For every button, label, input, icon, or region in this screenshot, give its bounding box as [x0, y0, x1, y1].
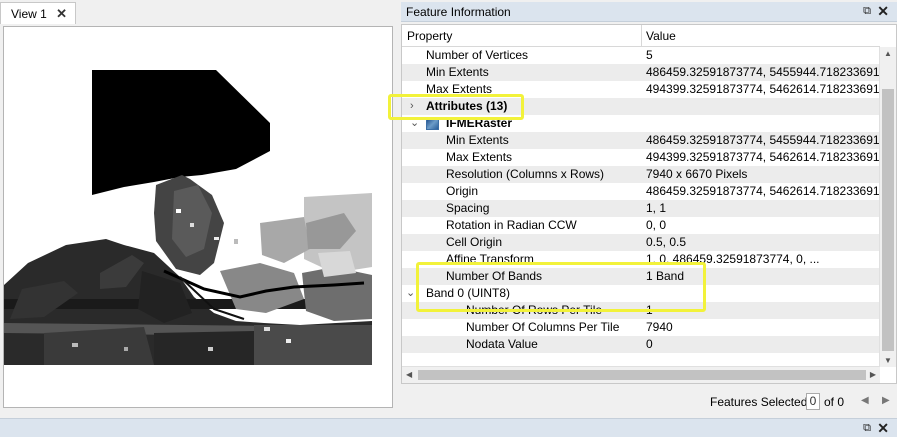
features-selected-input[interactable]: 0: [806, 393, 820, 410]
property-value: 7940: [646, 320, 673, 334]
close-icon[interactable]: ✕: [877, 3, 889, 20]
property-row[interactable]: Min Extents 486459.32591873774, 5455944.7…: [402, 132, 880, 149]
scroll-right-icon[interactable]: ▶: [870, 370, 876, 379]
property-name: Min Extents: [446, 133, 509, 147]
property-name: Nodata Value: [466, 337, 538, 351]
feature-selection-footer: Features Selected: 0 of 0 ◀ ▶: [401, 392, 897, 412]
property-row[interactable]: Nodata Value 0: [402, 336, 880, 353]
property-value: 494399.32591873774, 5462614.7182336915: [646, 82, 880, 96]
vertical-scrollbar[interactable]: ▲ ▼: [879, 47, 896, 367]
bands-highlight: [416, 262, 706, 312]
property-value: 0: [646, 337, 653, 351]
column-header-property[interactable]: Property: [407, 29, 452, 43]
attributes-highlight: [388, 94, 524, 120]
property-row[interactable]: Origin 486459.32591873774, 5462614.718233…: [402, 183, 880, 200]
property-value: 0, 0: [646, 218, 667, 232]
map-view[interactable]: [3, 26, 393, 408]
float-window-icon[interactable]: ⧉: [863, 422, 871, 435]
property-name: Number of Vertices: [426, 48, 529, 62]
property-name: Origin: [446, 184, 479, 198]
property-row[interactable]: Min Extents 486459.32591873774, 5455944.7…: [402, 64, 880, 81]
property-value: 0.5, 0.5: [646, 235, 687, 249]
property-value: 486459.32591873774, 5462614.7182336915: [646, 184, 880, 198]
feature-information-titlebar: Feature Information ⧉ ✕: [401, 2, 897, 22]
close-icon[interactable]: ✕: [877, 420, 889, 437]
scroll-up-icon[interactable]: ▲: [884, 49, 892, 58]
raster-image: [4, 70, 372, 365]
property-name: Min Extents: [426, 65, 489, 79]
property-name: Cell Origin: [446, 235, 503, 249]
next-feature-icon[interactable]: ▶: [882, 395, 890, 406]
property-row[interactable]: Cell Origin 0.5, 0.5: [402, 234, 880, 251]
property-row[interactable]: Number of Vertices 5: [402, 47, 880, 64]
scroll-left-icon[interactable]: ◀: [406, 370, 412, 379]
tab-label: View 1: [11, 6, 47, 21]
scroll-thumb[interactable]: [882, 89, 894, 351]
property-name: Resolution (Columns x Rows): [446, 167, 605, 181]
features-total: of 0: [824, 395, 845, 409]
property-value: 7940 x 6670 Pixels: [646, 167, 748, 181]
property-value: 5: [646, 48, 653, 62]
property-row[interactable]: Resolution (Columns x Rows) 7940 x 6670 P…: [402, 166, 880, 183]
tab-view-1[interactable]: View 1 ✕: [0, 2, 76, 24]
property-value: 486459.32591873774, 5455944.7182336915: [646, 65, 880, 79]
bottom-panel-titlebar: ⧉ ✕: [0, 418, 897, 437]
property-value: 494399.32591873774, 5462614.7182336915: [646, 150, 880, 164]
grid-header: Property Value: [402, 25, 880, 47]
close-icon[interactable]: ✕: [56, 6, 67, 22]
previous-feature-icon[interactable]: ◀: [861, 395, 869, 406]
float-window-icon[interactable]: ⧉: [863, 5, 871, 18]
property-name: Max Extents: [446, 150, 513, 164]
property-row[interactable]: Number Of Columns Per Tile 7940: [402, 319, 880, 336]
property-row[interactable]: Max Extents 494399.32591873774, 5462614.7…: [402, 149, 880, 166]
property-name: Rotation in Radian CCW: [446, 218, 577, 232]
column-divider[interactable]: [641, 25, 642, 47]
property-value: 486459.32591873774, 5455944.7182336915: [646, 133, 880, 147]
column-header-value[interactable]: Value: [646, 29, 676, 43]
collapse-arrow-icon[interactable]: ⌄: [406, 285, 415, 302]
property-row[interactable]: Rotation in Radian CCW 0, 0: [402, 217, 880, 234]
property-row[interactable]: Spacing 1, 1: [402, 200, 880, 217]
panel-title: Feature Information: [406, 4, 511, 19]
features-selected-label: Features Selected:: [710, 395, 811, 409]
property-name: Number Of Columns Per Tile: [466, 320, 620, 334]
feature-information-grid[interactable]: Property Value Number of Vertices 5 Min Ex…: [401, 24, 897, 384]
scroll-thumb[interactable]: [418, 370, 866, 380]
scroll-down-icon[interactable]: ▼: [884, 356, 892, 365]
horizontal-scrollbar[interactable]: ◀ ▶: [402, 366, 880, 383]
property-value: 1, 1: [646, 201, 667, 215]
property-name: Spacing: [446, 201, 490, 215]
